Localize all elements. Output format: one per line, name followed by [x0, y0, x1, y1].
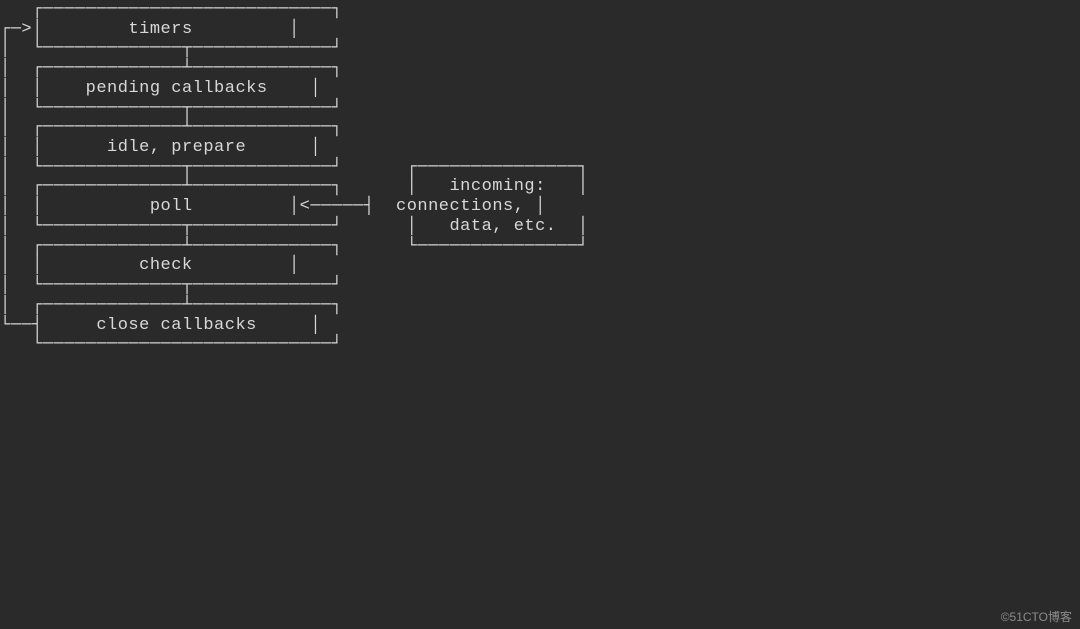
- side-box-line-1: incoming:: [449, 177, 545, 196]
- phase-idle-prepare-label: idle, prepare: [107, 138, 246, 157]
- loop-back-arrow: └──: [0, 316, 32, 335]
- poll-input-label: connections,: [396, 197, 524, 216]
- side-box-line-2: data, etc.: [449, 217, 556, 236]
- phase-close-callbacks-label: close callbacks: [96, 316, 257, 335]
- phase-pending-callbacks-label: pending callbacks: [86, 79, 268, 98]
- phase-check-label: check: [139, 256, 193, 275]
- poll-input-arrow: <─────: [300, 197, 364, 216]
- phase-timers-label: timers: [128, 20, 192, 39]
- event-loop-ascii-diagram: ┌───────────────────────────┐ ┌─>│ timer…: [0, 0, 1080, 355]
- loop-entry-arrow: ┌─>: [0, 20, 32, 39]
- phase-poll-label: poll: [150, 197, 193, 216]
- watermark: ©51CTO博客: [1001, 608, 1072, 625]
